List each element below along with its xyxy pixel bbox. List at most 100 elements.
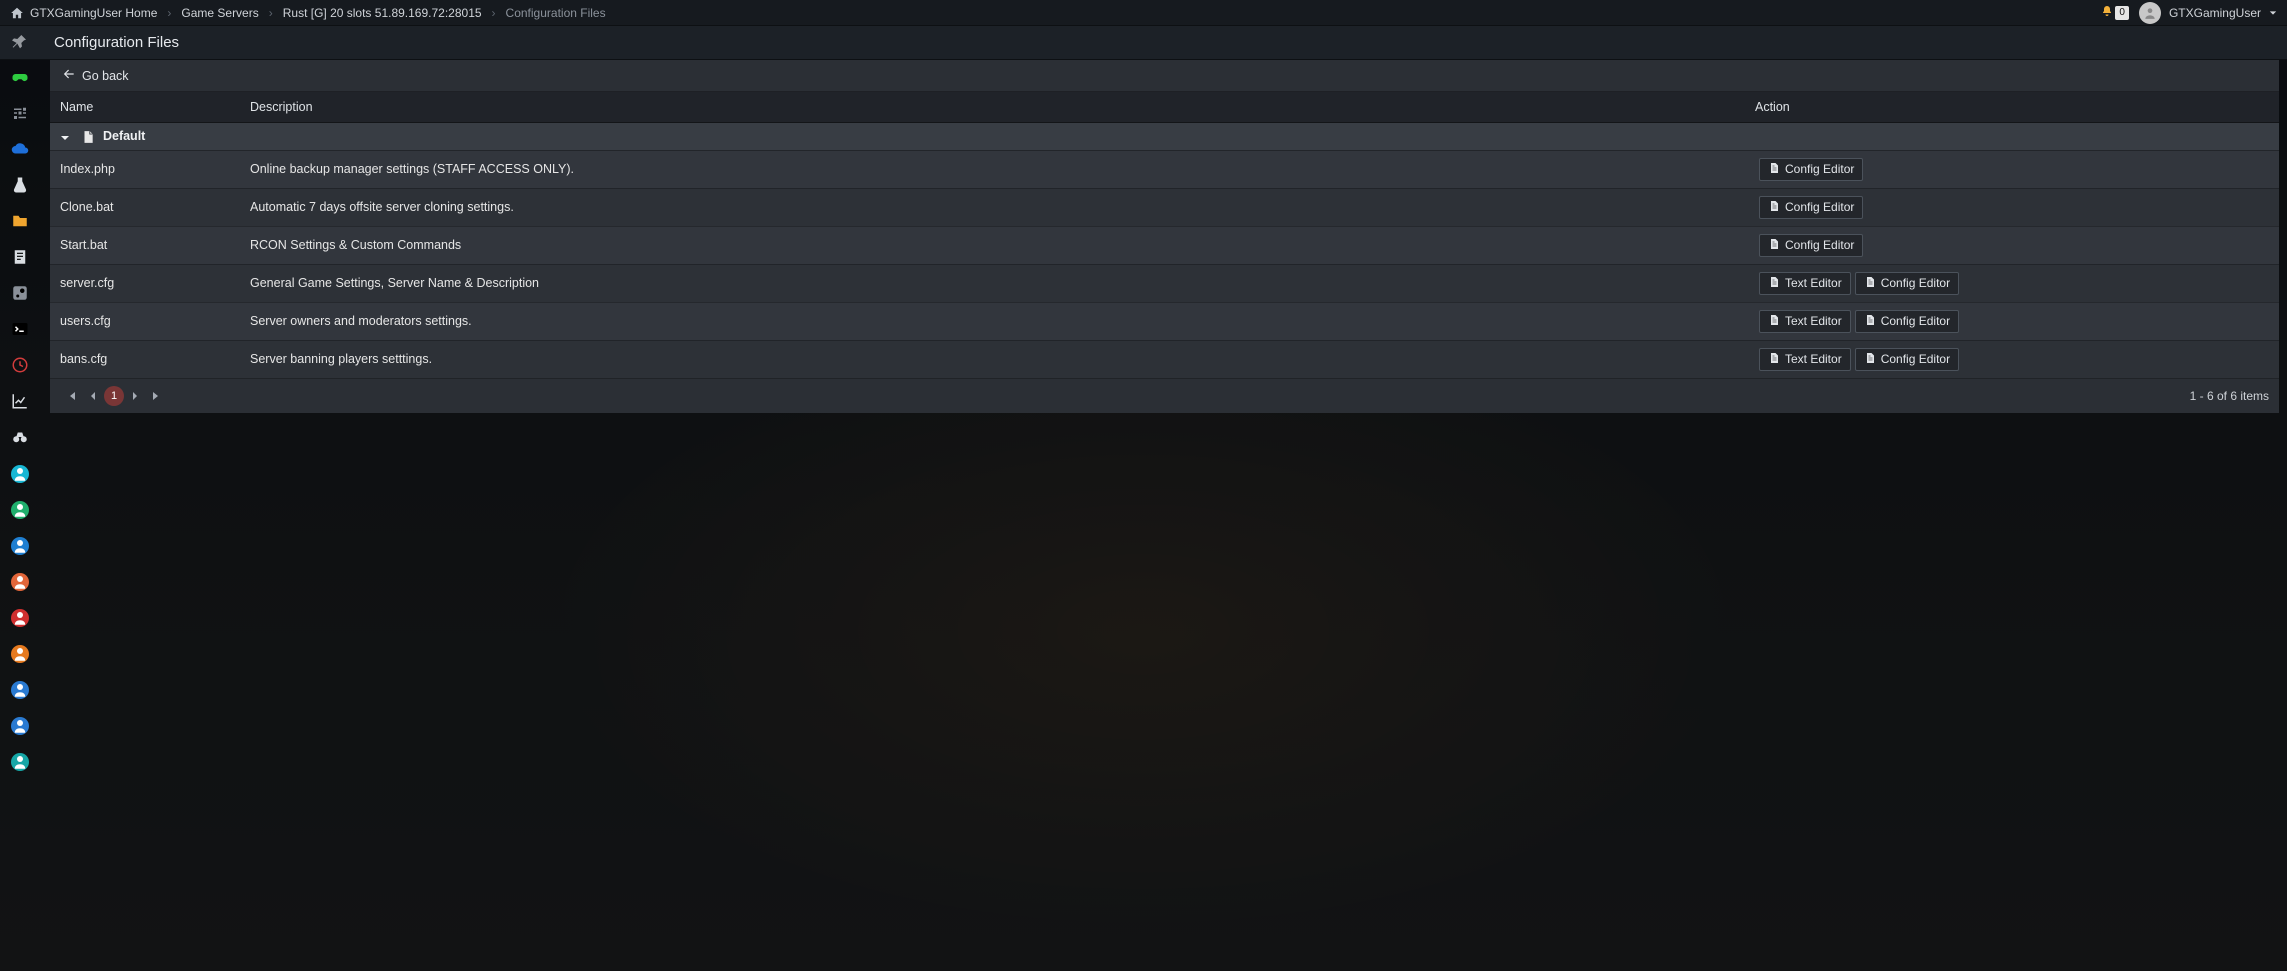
sliders-icon [11,104,29,125]
sidebar-item-chart[interactable] [8,390,32,414]
sidebar-item-user-orange[interactable] [8,570,32,594]
sidebar-item-controller[interactable] [8,66,32,90]
user-cyan-icon [11,465,29,483]
pager-first[interactable] [60,385,82,407]
document-icon [1768,200,1780,215]
sidebar-item-cloud[interactable] [8,138,32,162]
table-row: server.cfgGeneral Game Settings, Server … [50,264,2279,302]
sidebar-item-mod-red[interactable] [8,606,32,630]
sidebar-item-wipe-teal[interactable] [8,750,32,774]
steam-icon [11,284,29,305]
text-editor-label: Text Editor [1785,352,1842,366]
file-actions: Config Editor [1749,150,2279,188]
titlebar: Configuration Files [0,26,2287,60]
file-actions: Text Editor Config Editor [1749,264,2279,302]
book-blue-icon [11,681,29,699]
file-name: Index.php [50,150,240,188]
table-row: Index.phpOnline backup manager settings … [50,150,2279,188]
file-name: bans.cfg [50,340,240,378]
group-label: Default [103,129,145,143]
pager-next[interactable] [124,385,146,407]
config-editor-button[interactable]: Config Editor [1855,310,1959,333]
sidebar-item-book-blue[interactable] [8,678,32,702]
sidebar-item-user-green[interactable] [8,498,32,522]
file-description: RCON Settings & Custom Commands [240,226,1749,264]
sidebar-item-sliders[interactable] [8,102,32,126]
document-icon [1864,352,1876,367]
update-icon [11,248,29,269]
document-icon [1864,314,1876,329]
pin-icon[interactable] [6,33,24,52]
table-row: Clone.batAutomatic 7 days offsite server… [50,188,2279,226]
config-editor-button[interactable]: Config Editor [1855,272,1959,295]
sidebar-item-db-blue[interactable] [8,534,32,558]
notifications-button[interactable]: 0 [2101,5,2129,20]
go-back-button[interactable]: Go back [50,60,2279,92]
file-description: Automatic 7 days offsite server cloning … [240,188,1749,226]
config-editor-button[interactable]: Config Editor [1759,158,1863,181]
group-row[interactable]: Default [50,123,2279,151]
sidebar-item-steam[interactable] [8,282,32,306]
mod-orange-icon [11,645,29,663]
config-editor-label: Config Editor [1881,352,1950,366]
breadcrumb-game-servers[interactable]: Game Servers [181,6,258,20]
file-description: Server owners and moderators settings. [240,302,1749,340]
username-label: GTXGamingUser [2169,6,2261,20]
config-editor-label: Config Editor [1785,200,1854,214]
pager-prev[interactable] [82,385,104,407]
column-name[interactable]: Name [50,92,240,123]
sidebar-item-admin-blue[interactable] [8,714,32,738]
config-editor-label: Config Editor [1785,162,1854,176]
console-icon [11,320,29,341]
config-editor-button[interactable]: Config Editor [1759,196,1863,219]
file-name: Start.bat [50,226,240,264]
pager-last[interactable] [146,385,168,407]
pager-current[interactable]: 1 [104,386,124,406]
user-orange-icon [11,573,29,591]
config-editor-label: Config Editor [1881,314,1950,328]
config-editor-button[interactable]: Config Editor [1759,234,1863,257]
document-icon [1768,314,1780,329]
sidebar-item-binoculars[interactable] [8,426,32,450]
column-action[interactable]: Action [1749,92,2279,123]
sidebar-item-console[interactable] [8,318,32,342]
sidebar-item-folder[interactable] [8,210,32,234]
sidebar-item-update[interactable] [8,246,32,270]
scheduler-icon [11,356,29,377]
file-description: General Game Settings, Server Name & Des… [240,264,1749,302]
document-icon [1768,352,1780,367]
breadcrumb-home[interactable]: GTXGamingUser Home [30,6,157,20]
db-blue-icon [11,537,29,555]
file-name: Clone.bat [50,188,240,226]
cloud-icon [11,140,29,161]
sidebar-item-flask[interactable] [8,174,32,198]
avatar [2139,2,2161,24]
breadcrumb-current: Configuration Files [506,6,606,20]
text-editor-label: Text Editor [1785,276,1842,290]
text-editor-button[interactable]: Text Editor [1759,348,1851,371]
sidebar-item-scheduler[interactable] [8,354,32,378]
file-actions: Text Editor Config Editor [1749,340,2279,378]
config-files-table: Name Description Action Default Index.ph… [50,92,2279,379]
pager-summary: 1 - 6 of 6 items [2190,389,2269,403]
main-panel: Go back Name Description Action [50,60,2279,413]
user-menu[interactable]: GTXGamingUser [2139,2,2277,24]
sidebar [0,60,40,971]
home-icon [10,6,24,20]
table-row: Start.batRCON Settings & Custom Commands… [50,226,2279,264]
config-editor-button[interactable]: Config Editor [1855,348,1959,371]
topbar: GTXGamingUser Home › Game Servers › Rust… [0,0,2287,26]
column-description[interactable]: Description [240,92,1749,123]
controller-icon [11,68,29,89]
breadcrumb: GTXGamingUser Home › Game Servers › Rust… [10,6,606,20]
file-icon [81,130,95,144]
sidebar-item-mod-orange[interactable] [8,642,32,666]
config-editor-label: Config Editor [1881,276,1950,290]
text-editor-button[interactable]: Text Editor [1759,272,1851,295]
page-title: Configuration Files [54,34,179,51]
document-icon [1768,238,1780,253]
text-editor-button[interactable]: Text Editor [1759,310,1851,333]
sidebar-item-user-cyan[interactable] [8,462,32,486]
bell-icon [2101,5,2113,20]
breadcrumb-server[interactable]: Rust [G] 20 slots 51.89.169.72:28015 [283,6,482,20]
